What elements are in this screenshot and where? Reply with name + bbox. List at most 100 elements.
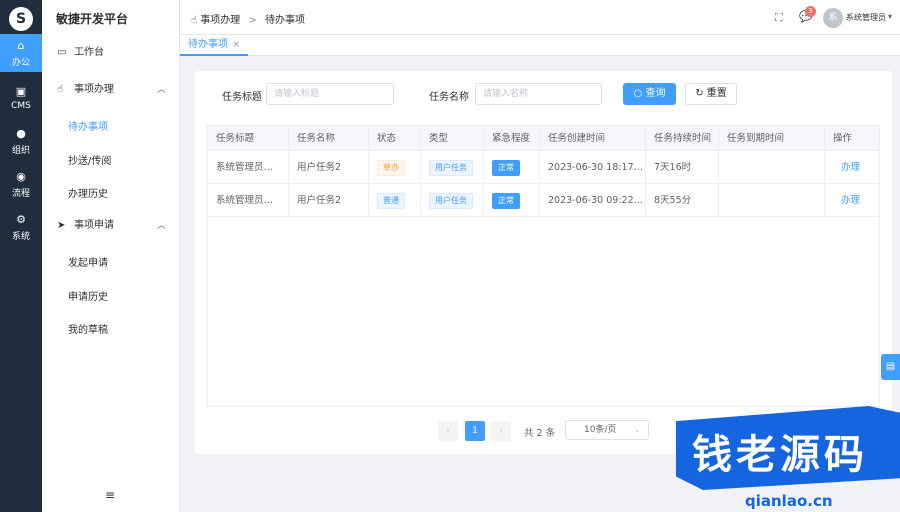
cell-duration: 7天16时 (646, 151, 719, 184)
tab-todo[interactable]: 待办事项 × (180, 35, 248, 56)
cell-name: 用户任务2 (289, 184, 369, 217)
rail-item-system[interactable]: ⚙ 系统 (0, 208, 42, 246)
message-badge: 3 (805, 6, 816, 17)
prev-page-button[interactable]: ‹ (438, 421, 458, 441)
person-icon: ● (16, 127, 26, 140)
rail-item-office[interactable]: ⌂ 办公 (0, 34, 42, 72)
cms-icon: ▣ (15, 85, 27, 98)
menu-group-apply[interactable]: ➤ 事项申请 ︿ (42, 216, 180, 236)
menu-item-apply-history[interactable]: 申请历史 (68, 288, 108, 303)
chevron-up-icon: ︿ (156, 221, 166, 231)
watermark-text: 钱老源码 (692, 432, 868, 478)
side-menu: 敏捷开发平台 ▭ 工作台 ☝ 事项办理 ︿ 待办事项 抄送/传阅 办理历史 ➤ … (42, 0, 180, 512)
column-header: 任务创建时间 (540, 126, 646, 151)
cell-name: 用户任务2 (289, 151, 369, 184)
handle-link[interactable]: 办理 (841, 162, 860, 173)
cell-title: 系统管理员… (208, 184, 289, 217)
refresh-icon: ↻ (695, 88, 704, 99)
menu-item-todo[interactable]: 待办事项 (68, 118, 108, 133)
column-header: 任务标题 (208, 126, 289, 151)
table-row: 系统管理员… 用户任务2 普通 用户任务 正常 2023-06-30 09:22… (208, 184, 879, 217)
monitor-icon: ▭ (57, 47, 67, 58)
cell-created: 2023-06-30 18:17:16 (540, 151, 646, 184)
column-header: 操作 (833, 133, 853, 144)
urgency-badge: 正常 (492, 192, 520, 209)
search-icon: ○ (633, 88, 643, 99)
query-button[interactable]: ○ 查询 (623, 83, 676, 105)
column-header: 任务到期时间 (719, 126, 825, 151)
total-count: 共 2 条 (524, 428, 556, 439)
menu-item-drafts[interactable]: 我的草稿 (68, 321, 108, 336)
task-title-label: 任务标题 (222, 92, 262, 103)
hand-icon: ☝ (191, 15, 198, 26)
handle-link[interactable]: 办理 (841, 195, 860, 206)
user-name[interactable]: 系统管理员 (846, 12, 886, 23)
cell-type: 用户任务 (421, 151, 484, 184)
send-icon: ➤ (57, 220, 66, 231)
menu-item-cc[interactable]: 抄送/传阅 (68, 152, 111, 167)
cell-urgency: 正常 (484, 151, 540, 184)
logo-icon: S (9, 7, 33, 31)
icon-rail: S ⌂ 办公 ▣ CMS ● 组织 ◉ 流程 ⚙ 系统 (0, 0, 42, 512)
cell-action: 办理 (825, 184, 879, 217)
menu-item-history[interactable]: 办理历史 (68, 185, 108, 200)
rail-item-flow[interactable]: ◉ 流程 (0, 165, 42, 203)
task-name-label: 任务名称 (429, 92, 469, 103)
menu-item-start-apply[interactable]: 发起申请 (68, 254, 108, 269)
cell-due (719, 151, 825, 184)
task-name-input[interactable] (475, 83, 602, 105)
cell-status: 草办 (369, 151, 421, 184)
page-number-active[interactable]: 1 (465, 421, 485, 441)
breadcrumb: ☝ 事项办理 > 待办事项 (191, 11, 305, 26)
column-header: 状态 (369, 126, 421, 151)
cell-status: 普通 (369, 184, 421, 217)
type-badge: 用户任务 (429, 159, 473, 176)
tabs-bar: 待办事项 × (180, 35, 900, 56)
cell-urgency: 正常 (484, 184, 540, 217)
column-header: 任务持续时间 (646, 126, 719, 151)
menu-item-workbench[interactable]: ▭ 工作台 (42, 43, 180, 63)
chevron-down-icon[interactable]: ▾ (888, 12, 892, 21)
home-icon: ⌂ (17, 39, 25, 52)
cell-due (719, 184, 825, 217)
cell-type: 用户任务 (421, 184, 484, 217)
status-badge: 草办 (377, 159, 405, 176)
close-icon[interactable]: × (232, 35, 240, 55)
column-header: 任务名称 (289, 126, 369, 151)
reset-button[interactable]: ↻ 重置 (685, 83, 737, 105)
watermark: 钱老源码 (676, 406, 900, 490)
hand-icon: ☝ (57, 84, 64, 95)
rail-item-org[interactable]: ● 组织 (0, 122, 42, 160)
watermark-url: qianlao.cn (745, 492, 833, 510)
column-header: 类型 (421, 126, 484, 151)
cell-title: 系统管理员… (208, 151, 289, 184)
main-card: 任务标题 任务名称 ○ 查询 ↻ 重置 任务标题 任务名称 状态 类型 紧急程度… (195, 71, 892, 454)
task-table: 任务标题 任务名称 状态 类型 紧急程度 任务创建时间 任务持续时间 任务到期时… (207, 125, 880, 407)
breadcrumb-item: 待办事项 (265, 15, 306, 26)
gear-icon: ⚙ (16, 213, 26, 226)
collapse-menu-icon[interactable]: ≡ (105, 488, 115, 502)
table-row: 系统管理员… 用户任务2 草办 用户任务 正常 2023-06-30 18:17… (208, 151, 879, 184)
cell-created: 2023-06-30 09:22:19 (540, 184, 646, 217)
side-float-button[interactable]: ▤ (881, 354, 900, 380)
book-icon: ▤ (885, 361, 896, 372)
column-header: 紧急程度 (484, 126, 540, 151)
task-title-input[interactable] (266, 83, 394, 105)
flow-icon: ◉ (16, 170, 26, 183)
chevron-up-icon: ︿ (156, 85, 166, 95)
cell-action: 办理 (825, 151, 879, 184)
menu-group-handling[interactable]: ☝ 事项办理 ︿ (42, 80, 180, 100)
urgency-badge: 正常 (492, 159, 520, 176)
top-header: ☝ 事项办理 > 待办事项 ⛶ 💬 3 系 系统管理员 ▾ (180, 0, 900, 35)
avatar[interactable]: 系 (823, 8, 843, 28)
rail-item-cms[interactable]: ▣ CMS (0, 80, 42, 118)
type-badge: 用户任务 (429, 192, 473, 209)
cell-duration: 8天55分 (646, 184, 719, 217)
app-title: 敏捷开发平台 (56, 12, 129, 26)
breadcrumb-item[interactable]: 事项办理 (200, 15, 240, 26)
next-page-button[interactable]: › (491, 421, 511, 441)
page-size-select[interactable]: 10条/页 ⌄ (565, 420, 649, 440)
breadcrumb-separator: > (248, 15, 257, 26)
status-badge: 普通 (377, 192, 405, 209)
fullscreen-icon[interactable]: ⛶ (775, 11, 783, 25)
